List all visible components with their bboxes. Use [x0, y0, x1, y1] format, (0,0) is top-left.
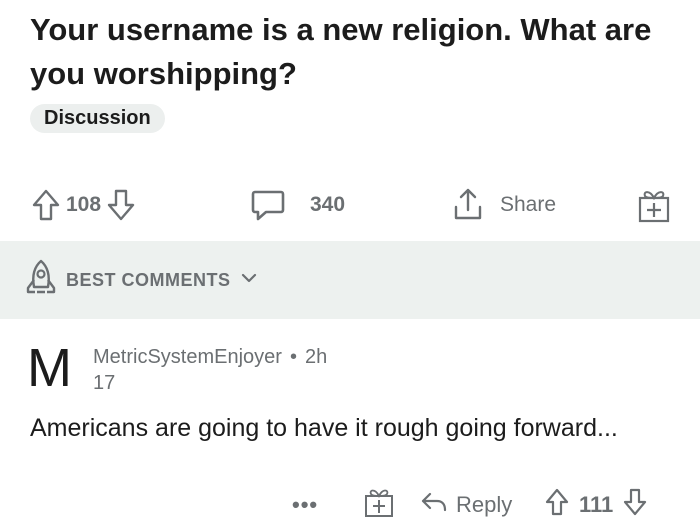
post-title: Your username is a new religion. What ar… [30, 12, 652, 91]
share-button[interactable]: Share [450, 180, 562, 230]
chevron-down-icon [241, 271, 257, 289]
reply-button[interactable]: Reply [420, 485, 512, 525]
post-score: 108 [66, 193, 102, 216]
comment: M MetricSystemEnjoyer • 2h 17 Americans … [0, 320, 700, 529]
comments-button[interactable]: 340 [250, 180, 351, 230]
avatar[interactable]: M [27, 340, 77, 396]
comment-actions-bar: ••• Reply 111 [0, 485, 700, 525]
comment-author[interactable]: MetricSystemEnjoyer [93, 346, 282, 369]
gift-icon [634, 185, 674, 225]
upvote-icon[interactable] [545, 487, 569, 523]
downvote-icon[interactable] [107, 188, 135, 222]
rocket-icon [24, 258, 58, 303]
share-label: Share [500, 193, 557, 216]
comment-sort-bar: BEST COMMENTS [0, 241, 700, 319]
reply-arrow-icon [420, 488, 448, 522]
post-flair[interactable]: Discussion [30, 104, 165, 133]
award-button[interactable] [634, 180, 674, 230]
gift-icon [362, 485, 396, 525]
meta-separator: • [289, 346, 297, 368]
comment-score: 111 [579, 492, 614, 517]
sort-label: BEST COMMENTS [66, 269, 231, 290]
downvote-icon[interactable] [623, 487, 647, 523]
comment-karma: 17 [93, 372, 116, 394]
speech-bubble-icon [250, 188, 286, 222]
share-icon [450, 187, 486, 223]
post-vote-group: 108 [32, 180, 135, 230]
comment-body: Americans are going to have it rough goi… [30, 414, 618, 442]
upvote-icon[interactable] [32, 188, 60, 222]
comment-vote-group: 111 [545, 485, 647, 525]
post-actions-bar: 108 340 Share [0, 180, 700, 230]
comment-award-button[interactable] [362, 485, 396, 525]
comment-age: 2h [304, 346, 328, 368]
sort-dropdown[interactable]: BEST COMMENTS [24, 259, 257, 301]
comment-count: 340 [310, 193, 346, 216]
reply-label: Reply [456, 492, 513, 517]
comment-meta: MetricSystemEnjoyer • 2h [93, 346, 327, 369]
more-options-button[interactable]: ••• [292, 485, 318, 525]
